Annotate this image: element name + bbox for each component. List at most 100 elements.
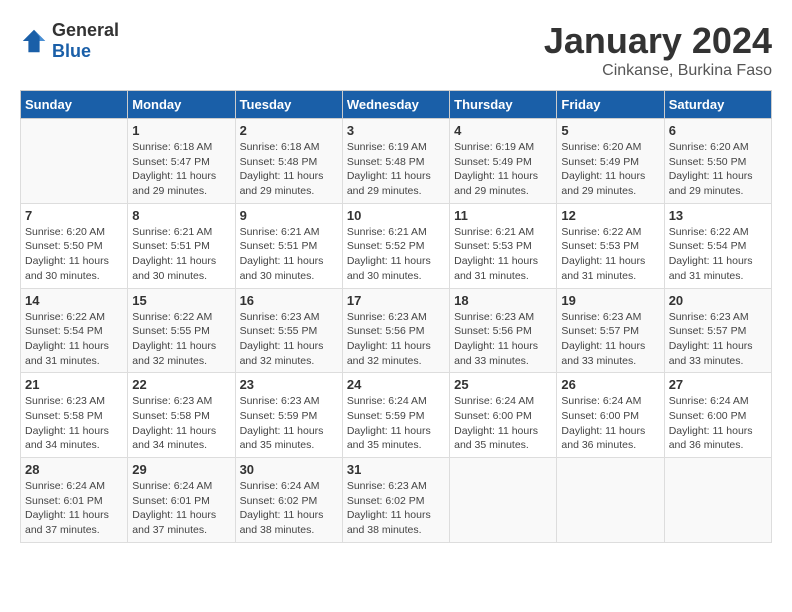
calendar-cell: 7 Sunrise: 6:20 AMSunset: 5:50 PMDaylight… [21, 203, 128, 288]
day-number: 19 [561, 293, 659, 308]
day-number: 16 [240, 293, 338, 308]
calendar-cell: 16 Sunrise: 6:23 AMSunset: 5:55 PMDayligh… [235, 288, 342, 373]
day-number: 2 [240, 123, 338, 138]
day-info: Sunrise: 6:22 AMSunset: 5:53 PMDaylight:… [561, 225, 659, 284]
logo-blue: Blue [52, 41, 91, 61]
weekday-header: Tuesday [235, 91, 342, 119]
calendar-cell: 4 Sunrise: 6:19 AMSunset: 5:49 PMDaylight… [450, 119, 557, 204]
weekday-header: Thursday [450, 91, 557, 119]
weekday-header: Monday [128, 91, 235, 119]
calendar-cell: 9 Sunrise: 6:21 AMSunset: 5:51 PMDaylight… [235, 203, 342, 288]
calendar-cell [557, 458, 664, 543]
calendar-cell: 17 Sunrise: 6:23 AMSunset: 5:56 PMDayligh… [342, 288, 449, 373]
day-number: 18 [454, 293, 552, 308]
calendar-week-row: 21 Sunrise: 6:23 AMSunset: 5:58 PMDayligh… [21, 373, 772, 458]
day-number: 6 [669, 123, 767, 138]
logo-icon [20, 27, 48, 55]
calendar-cell: 13 Sunrise: 6:22 AMSunset: 5:54 PMDayligh… [664, 203, 771, 288]
day-number: 1 [132, 123, 230, 138]
day-info: Sunrise: 6:24 AMSunset: 6:01 PMDaylight:… [25, 479, 123, 538]
calendar-week-row: 14 Sunrise: 6:22 AMSunset: 5:54 PMDayligh… [21, 288, 772, 373]
calendar-cell: 19 Sunrise: 6:23 AMSunset: 5:57 PMDayligh… [557, 288, 664, 373]
day-number: 13 [669, 208, 767, 223]
day-info: Sunrise: 6:23 AMSunset: 5:58 PMDaylight:… [132, 394, 230, 453]
day-info: Sunrise: 6:20 AMSunset: 5:50 PMDaylight:… [669, 140, 767, 199]
day-number: 11 [454, 208, 552, 223]
day-number: 10 [347, 208, 445, 223]
day-info: Sunrise: 6:24 AMSunset: 6:02 PMDaylight:… [240, 479, 338, 538]
day-number: 27 [669, 377, 767, 392]
calendar-cell: 10Sunrise: 6:21 AMSunset: 5:52 PMDayligh… [342, 203, 449, 288]
day-number: 14 [25, 293, 123, 308]
location-title: Cinkanse, Burkina Faso [544, 62, 772, 80]
day-number: 7 [25, 208, 123, 223]
logo: General Blue [20, 20, 119, 62]
weekday-header: Sunday [21, 91, 128, 119]
day-info: Sunrise: 6:22 AMSunset: 5:55 PMDaylight:… [132, 310, 230, 369]
weekday-header: Friday [557, 91, 664, 119]
calendar-cell: 22 Sunrise: 6:23 AMSunset: 5:58 PMDayligh… [128, 373, 235, 458]
day-number: 8 [132, 208, 230, 223]
day-info: Sunrise: 6:18 AMSunset: 5:48 PMDaylight:… [240, 140, 338, 199]
calendar-cell: 14 Sunrise: 6:22 AMSunset: 5:54 PMDayligh… [21, 288, 128, 373]
day-info: Sunrise: 6:22 AMSunset: 5:54 PMDaylight:… [25, 310, 123, 369]
calendar-cell: 15 Sunrise: 6:22 AMSunset: 5:55 PMDayligh… [128, 288, 235, 373]
calendar-week-row: 1 Sunrise: 6:18 AMSunset: 5:47 PMDaylight… [21, 119, 772, 204]
calendar-cell: 30Sunrise: 6:24 AMSunset: 6:02 PMDayligh… [235, 458, 342, 543]
calendar-cell: 28 Sunrise: 6:24 AMSunset: 6:01 PMDayligh… [21, 458, 128, 543]
page-header: General Blue January 2024 Cinkanse, Burk… [20, 20, 772, 80]
day-info: Sunrise: 6:19 AMSunset: 5:49 PMDaylight:… [454, 140, 552, 199]
calendar-cell [450, 458, 557, 543]
day-info: Sunrise: 6:22 AMSunset: 5:54 PMDaylight:… [669, 225, 767, 284]
day-info: Sunrise: 6:23 AMSunset: 5:58 PMDaylight:… [25, 394, 123, 453]
day-number: 5 [561, 123, 659, 138]
calendar-week-row: 28 Sunrise: 6:24 AMSunset: 6:01 PMDayligh… [21, 458, 772, 543]
calendar-cell: 27 Sunrise: 6:24 AMSunset: 6:00 PMDayligh… [664, 373, 771, 458]
calendar-cell: 23 Sunrise: 6:23 AMSunset: 5:59 PMDayligh… [235, 373, 342, 458]
day-number: 15 [132, 293, 230, 308]
day-number: 12 [561, 208, 659, 223]
day-number: 26 [561, 377, 659, 392]
day-info: Sunrise: 6:24 AMSunset: 5:59 PMDaylight:… [347, 394, 445, 453]
day-number: 21 [25, 377, 123, 392]
day-number: 17 [347, 293, 445, 308]
day-info: Sunrise: 6:23 AMSunset: 5:59 PMDaylight:… [240, 394, 338, 453]
calendar-cell: 12 Sunrise: 6:22 AMSunset: 5:53 PMDayligh… [557, 203, 664, 288]
day-number: 24 [347, 377, 445, 392]
day-info: Sunrise: 6:23 AMSunset: 5:56 PMDaylight:… [454, 310, 552, 369]
calendar-cell: 5Sunrise: 6:20 AMSunset: 5:49 PMDaylight… [557, 119, 664, 204]
calendar-week-row: 7 Sunrise: 6:20 AMSunset: 5:50 PMDaylight… [21, 203, 772, 288]
day-info: Sunrise: 6:23 AMSunset: 5:57 PMDaylight:… [561, 310, 659, 369]
calendar-cell: 24 Sunrise: 6:24 AMSunset: 5:59 PMDayligh… [342, 373, 449, 458]
day-number: 23 [240, 377, 338, 392]
title-section: January 2024 Cinkanse, Burkina Faso [544, 20, 772, 80]
day-number: 9 [240, 208, 338, 223]
day-number: 20 [669, 293, 767, 308]
logo-text: General Blue [52, 20, 119, 62]
calendar-cell: 8 Sunrise: 6:21 AMSunset: 5:51 PMDaylight… [128, 203, 235, 288]
calendar-cell: 29Sunrise: 6:24 AMSunset: 6:01 PMDayligh… [128, 458, 235, 543]
calendar-cell [664, 458, 771, 543]
day-info: Sunrise: 6:23 AMSunset: 5:56 PMDaylight:… [347, 310, 445, 369]
day-info: Sunrise: 6:21 AMSunset: 5:53 PMDaylight:… [454, 225, 552, 284]
calendar-cell [21, 119, 128, 204]
day-number: 22 [132, 377, 230, 392]
day-info: Sunrise: 6:24 AMSunset: 6:00 PMDaylight:… [454, 394, 552, 453]
day-info: Sunrise: 6:24 AMSunset: 6:01 PMDaylight:… [132, 479, 230, 538]
day-info: Sunrise: 6:18 AMSunset: 5:47 PMDaylight:… [132, 140, 230, 199]
day-info: Sunrise: 6:21 AMSunset: 5:51 PMDaylight:… [132, 225, 230, 284]
calendar-cell: 11 Sunrise: 6:21 AMSunset: 5:53 PMDayligh… [450, 203, 557, 288]
day-info: Sunrise: 6:20 AMSunset: 5:50 PMDaylight:… [25, 225, 123, 284]
day-info: Sunrise: 6:19 AMSunset: 5:48 PMDaylight:… [347, 140, 445, 199]
calendar-cell: 1 Sunrise: 6:18 AMSunset: 5:47 PMDaylight… [128, 119, 235, 204]
day-info: Sunrise: 6:23 AMSunset: 5:55 PMDaylight:… [240, 310, 338, 369]
day-number: 4 [454, 123, 552, 138]
weekday-header: Wednesday [342, 91, 449, 119]
day-info: Sunrise: 6:24 AMSunset: 6:00 PMDaylight:… [669, 394, 767, 453]
weekday-header-row: SundayMondayTuesdayWednesdayThursdayFrid… [21, 91, 772, 119]
calendar-table: SundayMondayTuesdayWednesdayThursdayFrid… [20, 90, 772, 543]
day-info: Sunrise: 6:21 AMSunset: 5:51 PMDaylight:… [240, 225, 338, 284]
weekday-header: Saturday [664, 91, 771, 119]
day-info: Sunrise: 6:23 AMSunset: 5:57 PMDaylight:… [669, 310, 767, 369]
day-number: 28 [25, 462, 123, 477]
